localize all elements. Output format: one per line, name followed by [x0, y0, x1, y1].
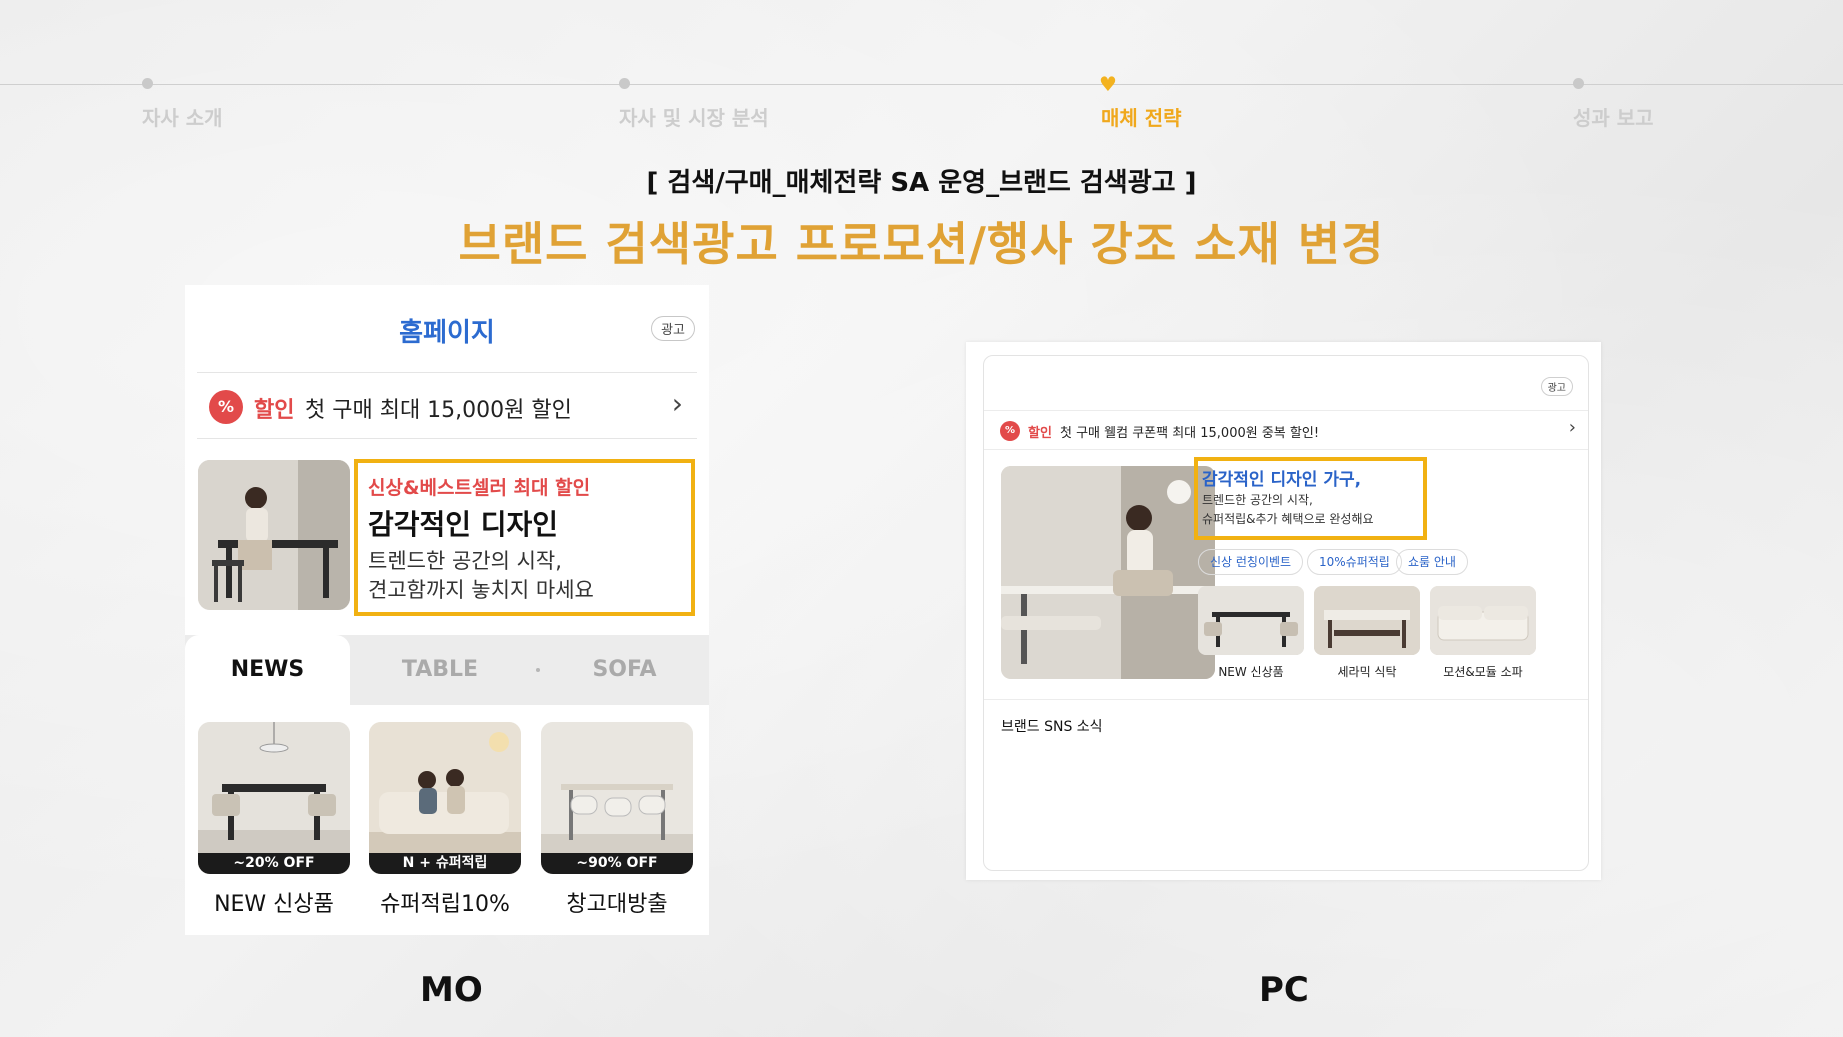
product-image	[1198, 586, 1304, 655]
promo-text: 첫 구매 최대 15,000원 할인	[305, 398, 572, 423]
step-dot	[142, 78, 153, 89]
homepage-link[interactable]: 홈페이지	[197, 312, 697, 349]
sns-section: 브랜드 SNS 소식	[984, 699, 1588, 735]
ad-badge[interactable]: 광고	[1540, 377, 1573, 396]
discount-icon: %	[1000, 421, 1020, 441]
discount-icon: %	[209, 390, 243, 424]
promo-text: 첫 구매 웰컴 쿠폰팩 최대 15,000원 중복 할인!	[1060, 426, 1320, 441]
progress-line	[0, 84, 1843, 85]
category-tabs: NEWS TABLE SOFA	[185, 635, 709, 705]
chip-super-points[interactable]: 10%슈퍼적립	[1307, 549, 1402, 575]
product-card[interactable]: ~90% OFF 창고대방출	[541, 722, 693, 918]
product-image	[1314, 586, 1420, 655]
progress-bar: 자사 소개 자사 및 시장 분석 ♥ 매체 전략 성과 보고	[0, 74, 1843, 144]
chip-launch-event[interactable]: 신상 런칭이벤트	[1198, 549, 1304, 575]
product-caption: 세라믹 식탁	[1337, 665, 1397, 679]
ad-badge[interactable]: 광고	[651, 316, 695, 341]
discount-badge: ~90% OFF	[541, 853, 693, 874]
highlight-desc-2: 슈퍼적립&추가 혜택으로 완성해요	[1202, 512, 1374, 526]
product-caption: 슈퍼적립10%	[380, 892, 510, 917]
page-subtitle: [ 검색/구매_매체전략 SA 운영_브랜드 검색광고 ]	[646, 168, 1197, 198]
mo-caption: MO	[420, 970, 483, 1010]
product-card[interactable]: ~20% OFF NEW 신상품	[198, 722, 350, 918]
product-caption: NEW 신상품	[1218, 665, 1284, 679]
step-dot	[619, 78, 630, 89]
chevron-right-icon: ›	[1568, 417, 1576, 438]
highlight-desc-1: 트렌드한 공간의 시작,	[368, 549, 562, 573]
tab-sofa[interactable]: SOFA	[540, 635, 709, 705]
product-thumb[interactable]: 모션&모듈 소파	[1430, 586, 1536, 680]
sns-label[interactable]: 브랜드 SNS 소식	[1001, 716, 1103, 736]
product-image	[1430, 586, 1536, 655]
tab-table[interactable]: TABLE	[350, 635, 530, 705]
highlight-desc-2: 견고함까지 놓치지 마세요	[368, 578, 594, 602]
product-thumb[interactable]: 세라믹 식탁	[1314, 586, 1420, 680]
discount-badge: ~20% OFF	[198, 853, 350, 874]
step-label: 자사 소개	[142, 106, 223, 130]
pc-ad-card: 광고 % 할인 첫 구매 웰컴 쿠폰팩 최대 15,000원 중복 할인! › …	[983, 355, 1589, 871]
heart-icon: ♥	[1099, 72, 1117, 96]
highlight-copy-box[interactable]: 신상&베스트셀러 최대 할인 감각적인 디자인 트렌드한 공간의 시작, 견고함…	[354, 459, 695, 616]
product-card[interactable]: N + 슈퍼적립 슈퍼적립10%	[369, 722, 521, 918]
pc-ad-preview: 광고 % 할인 첫 구매 웰컴 쿠폰팩 최대 15,000원 중복 할인! › …	[966, 342, 1601, 880]
product-thumb[interactable]: NEW 신상품	[1198, 586, 1304, 680]
point-badge: N + 슈퍼적립	[369, 853, 521, 874]
highlight-eyebrow: 신상&베스트셀러 최대 할인	[368, 477, 591, 499]
promo-tag: 할인	[1028, 426, 1052, 441]
chip-showroom[interactable]: 쇼룸 안내	[1396, 549, 1468, 575]
promo-tag: 할인	[254, 398, 295, 423]
highlight-copy-box[interactable]: 감각적인 디자인 가구, 트렌드한 공간의 시작, 슈퍼적립&추가 혜택으로 완…	[1194, 457, 1427, 540]
product-caption: 모션&모듈 소파	[1443, 665, 1523, 679]
highlight-headline: 감각적인 디자인 가구,	[1202, 470, 1362, 490]
page-title: 브랜드 검색광고 프로모션/행사 강조 소재 변경	[458, 217, 1385, 271]
product-image: N + 슈퍼적립	[369, 722, 521, 874]
mo-header: 홈페이지 광고	[197, 285, 697, 373]
product-image: ~20% OFF	[198, 722, 350, 874]
product-caption: 창고대방출	[566, 892, 668, 917]
step-label: 매체 전략	[1101, 106, 1182, 130]
step-label: 성과 보고	[1573, 106, 1654, 130]
step-label: 자사 및 시장 분석	[619, 106, 769, 130]
hero-image[interactable]	[198, 460, 350, 610]
mobile-ad-preview: 홈페이지 광고 % 할인 첫 구매 최대 15,000원 할인 › 신상&베스트…	[185, 285, 709, 935]
product-caption: NEW 신상품	[214, 892, 334, 917]
promo-row[interactable]: % 할인 첫 구매 최대 15,000원 할인 ›	[197, 373, 697, 439]
highlight-headline: 감각적인 디자인	[368, 508, 559, 541]
pc-caption: PC	[1259, 970, 1309, 1010]
product-image: ~90% OFF	[541, 722, 693, 874]
highlight-desc-1: 트렌드한 공간의 시작,	[1202, 493, 1313, 507]
chevron-right-icon: ›	[671, 387, 683, 420]
tab-news[interactable]: NEWS	[185, 635, 350, 705]
step-dot	[1573, 78, 1584, 89]
promo-row[interactable]: % 할인 첫 구매 웰컴 쿠폰팩 최대 15,000원 중복 할인! ›	[984, 410, 1588, 450]
hero-image[interactable]	[1001, 466, 1215, 679]
